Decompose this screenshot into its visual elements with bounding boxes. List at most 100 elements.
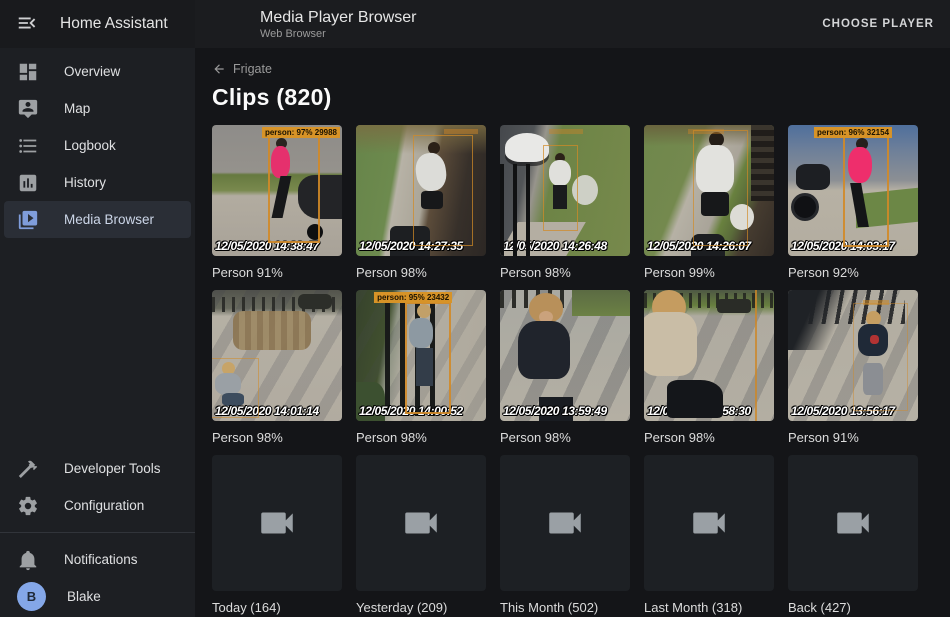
folder-thumbnail (212, 455, 342, 591)
sidebar-item-label: Configuration (64, 498, 144, 513)
clip-thumbnail: 12/05/2020 13:56:17 (788, 290, 918, 421)
video-icon (544, 502, 586, 544)
clip-card[interactable]: 12/05/2020 14:26:07 Person 99% (644, 125, 774, 280)
sidebar: Overview Map Logbook History Media Brows… (0, 48, 195, 617)
clip-card[interactable]: 12/05/2020 14:26:48 Person 98% (500, 125, 630, 280)
bell-icon (17, 549, 39, 571)
folder-thumbnail (500, 455, 630, 591)
sidebar-item-label: Media Browser (64, 212, 154, 227)
sidebar-item-label: History (64, 175, 106, 190)
clip-caption: Person 91% (212, 265, 342, 280)
clip-card[interactable]: person: 95% 23432 12/05/2020 14:00:52 Pe… (356, 290, 486, 445)
clip-caption: Person 98% (644, 430, 774, 445)
clip-card[interactable]: 12/05/2020 14:27:35 Person 98% (356, 125, 486, 280)
clip-card[interactable]: 12/05/2020 13:59:49 Person 98% (500, 290, 630, 445)
tooltip-account-icon (17, 98, 39, 120)
sidebar-item-label: Map (64, 101, 90, 116)
clip-timestamp: 12/05/2020 14:26:48 (503, 239, 630, 253)
detection-label: person: 96% 32154 (814, 127, 892, 138)
breadcrumb-label: Frigate (233, 62, 272, 76)
detection-bbox (543, 145, 578, 231)
arrow-left-icon (212, 62, 226, 76)
sidebar-item-label: Notifications (64, 552, 138, 567)
folder-card-this-month[interactable]: This Month (502) (500, 455, 630, 615)
clip-caption: Person 92% (788, 265, 918, 280)
sidebar-item-logbook[interactable]: Logbook (4, 127, 191, 164)
sidebar-item-history[interactable]: History (4, 164, 191, 201)
folder-label: Yesterday (209) (356, 600, 486, 615)
detection-bbox (405, 302, 451, 415)
sidebar-item-overview[interactable]: Overview (4, 53, 191, 90)
clip-caption: Person 99% (644, 265, 774, 280)
folder-label: Last Month (318) (644, 600, 774, 615)
detection-bbox (843, 134, 890, 247)
clip-thumbnail: 12/05/2020 14:26:48 (500, 125, 630, 256)
clip-card[interactable]: 12/05/2020 13:56:17 Person 91% (788, 290, 918, 445)
video-icon (688, 502, 730, 544)
folder-label: This Month (502) (500, 600, 630, 615)
clip-thumbnail: 12/05/2020 13:59:49 (500, 290, 630, 421)
media-browser-content: Frigate Clips (820) person: 97% 29988 12… (195, 48, 950, 617)
clip-caption: Person 98% (500, 430, 630, 445)
folder-thumbnail (356, 455, 486, 591)
user-name: Blake (67, 589, 101, 604)
menu-open-icon[interactable] (15, 12, 39, 36)
detection-bbox (268, 132, 320, 243)
sidebar-item-media-browser[interactable]: Media Browser (4, 201, 191, 238)
top-bar: Home Assistant Media Player Browser Web … (0, 0, 950, 48)
view-dashboard-icon (17, 61, 39, 83)
sidebar-item-profile[interactable]: B Blake (4, 578, 191, 615)
folder-card-back[interactable]: Back (427) (788, 455, 918, 615)
sidebar-bottom: Developer Tools Configuration Notificati… (0, 450, 195, 617)
clip-thumbnail: person: 96% 32154 12/05/2020 14:03:17 (788, 125, 918, 256)
play-box-multiple-icon (17, 209, 39, 231)
clip-card[interactable]: person: 97% 29988 12/05/2020 14:38:47 Pe… (212, 125, 342, 280)
sidebar-item-configuration[interactable]: Configuration (4, 487, 191, 524)
sidebar-divider (0, 532, 195, 533)
folder-card-today[interactable]: Today (164) (212, 455, 342, 615)
clip-thumbnail: 12/05/2020 14:01:14 (212, 290, 342, 421)
sidebar-header: Home Assistant (0, 0, 195, 48)
avatar: B (17, 582, 46, 611)
video-icon (400, 502, 442, 544)
clip-timestamp: 12/05/2020 13:59:49 (503, 404, 630, 418)
choose-player-button[interactable]: CHOOSE PLAYER (822, 18, 934, 30)
sidebar-nav: Overview Map Logbook History Media Brows… (0, 48, 195, 450)
detection-bbox (853, 303, 908, 410)
app-header: Media Player Browser Web Browser CHOOSE … (195, 0, 950, 48)
clip-thumbnail: 12/05/2020 14:27:35 (356, 125, 486, 256)
detection-label: person: 97% 29988 (262, 127, 340, 138)
page-header-subtitle: Web Browser (260, 28, 417, 40)
clip-card[interactable]: 12/05/2020 13:58:30 Person 98% (644, 290, 774, 445)
detection-bbox (693, 130, 748, 245)
clip-thumbnail: 12/05/2020 14:26:07 (644, 125, 774, 256)
clip-card[interactable]: person: 96% 32154 12/05/2020 14:03:17 Pe… (788, 125, 918, 280)
page-header-title: Media Player Browser (260, 8, 417, 28)
gear-icon (17, 495, 39, 517)
detection-bbox (212, 358, 259, 418)
video-icon (832, 502, 874, 544)
format-list-bulleted-icon (17, 135, 39, 157)
clip-card[interactable]: 12/05/2020 14:01:14 Person 98% (212, 290, 342, 445)
folder-card-last-month[interactable]: Last Month (318) (644, 455, 774, 615)
clip-thumbnail: 12/05/2020 13:58:30 (644, 290, 774, 421)
sidebar-item-map[interactable]: Map (4, 90, 191, 127)
folder-thumbnail (788, 455, 918, 591)
breadcrumb-back[interactable]: Frigate (212, 62, 272, 76)
video-icon (256, 502, 298, 544)
detection-bbox (413, 135, 473, 245)
header-titles: Media Player Browser Web Browser (260, 8, 417, 40)
clip-caption: Person 98% (212, 430, 342, 445)
folder-label: Back (427) (788, 600, 918, 615)
sidebar-item-label: Overview (64, 64, 120, 79)
hammer-icon (17, 458, 39, 480)
sidebar-item-notifications[interactable]: Notifications (4, 541, 191, 578)
page-title: Clips (820) (212, 84, 950, 111)
folder-thumbnail (644, 455, 774, 591)
clip-caption: Person 98% (356, 430, 486, 445)
clip-caption: Person 91% (788, 430, 918, 445)
app-name: Home Assistant (60, 15, 168, 33)
sidebar-item-developer-tools[interactable]: Developer Tools (4, 450, 191, 487)
folder-card-yesterday[interactable]: Yesterday (209) (356, 455, 486, 615)
clip-caption: Person 98% (356, 265, 486, 280)
